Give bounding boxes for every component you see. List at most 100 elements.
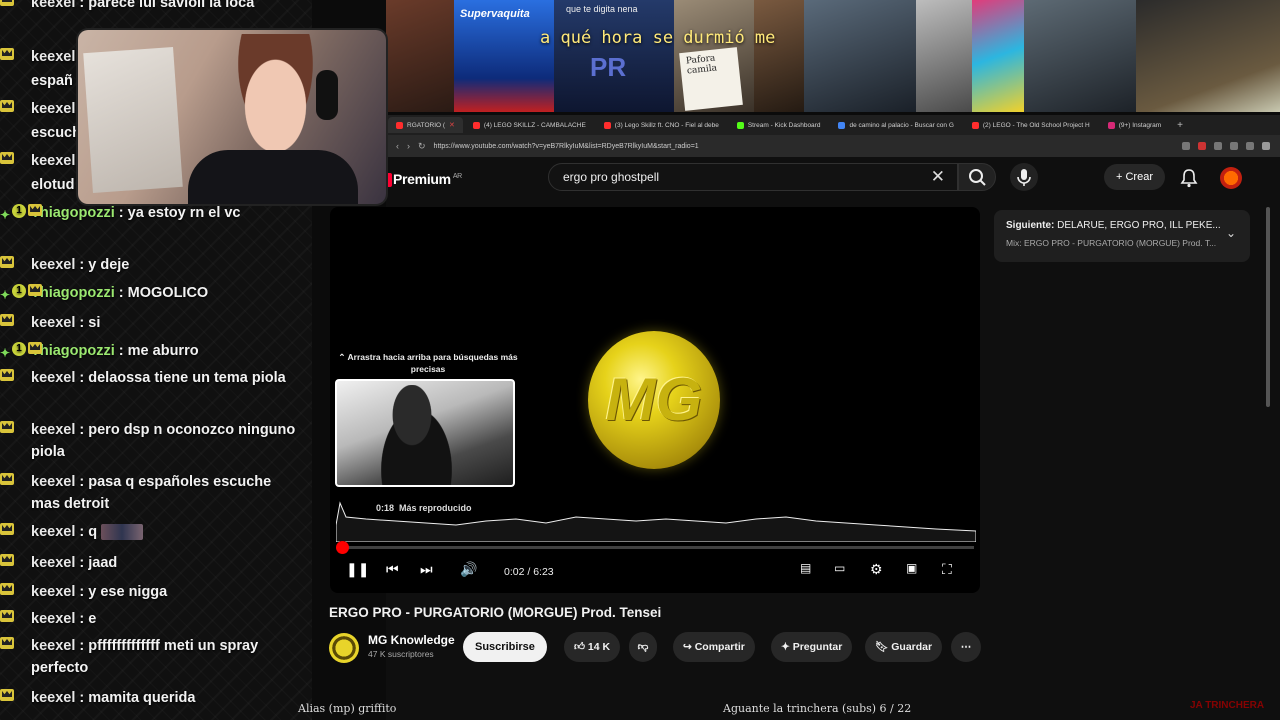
chat-username[interactable]: keexel bbox=[31, 474, 75, 490]
chat-username[interactable]: keexel bbox=[31, 153, 75, 169]
reload-icon[interactable]: ↻ bbox=[418, 141, 426, 152]
voice-search-button[interactable] bbox=[1010, 163, 1038, 191]
chat-username[interactable]: keexel bbox=[31, 611, 75, 627]
save-label: Guardar bbox=[891, 641, 933, 653]
chat-message: keexel : parece iul savioli la loca bbox=[0, 0, 296, 14]
sparkle-icon: ✦ bbox=[781, 641, 793, 653]
tab-favicon bbox=[603, 121, 611, 129]
tab-favicon bbox=[472, 121, 480, 129]
chat-badges bbox=[0, 637, 14, 649]
search-box[interactable]: ergo pro ghostpell ✕ bbox=[548, 163, 958, 191]
address-bar[interactable]: ‹ › ↻ https://www.youtube.com/watch?v=ye… bbox=[386, 135, 1280, 157]
chat-username[interactable]: Thiagopozzi bbox=[31, 285, 115, 301]
subtitles-icon[interactable]: ▤ bbox=[800, 561, 811, 575]
previous-icon[interactable]: ⏮ bbox=[386, 561, 399, 578]
chat-username[interactable]: Thiagopozzi bbox=[31, 343, 115, 359]
time-display: 0:02 / 6:23 bbox=[504, 566, 554, 578]
ask-button[interactable]: ✦ Preguntar bbox=[771, 632, 853, 662]
youtube-logo[interactable]: Premium AR bbox=[386, 171, 462, 188]
chat-username[interactable]: keexel bbox=[31, 555, 75, 571]
chat-text: si bbox=[88, 315, 101, 331]
save-button[interactable]: 🔖︎ Guardar bbox=[865, 632, 943, 662]
crown-badge-icon bbox=[0, 554, 14, 566]
browser-window: RGATORIO (✕ (4) LEGO SKILLZ - CAMBALACHE(… bbox=[329, 115, 1280, 720]
chat-username[interactable]: keexel bbox=[31, 638, 75, 654]
crown-badge-icon bbox=[0, 256, 14, 268]
next-icon[interactable]: ⏭ bbox=[420, 561, 433, 578]
browser-tab[interactable]: de camino al palacio - Buscar con G bbox=[830, 117, 961, 133]
clear-search-icon[interactable]: ✕ bbox=[931, 167, 945, 187]
volume-icon[interactable]: 🔊 bbox=[460, 561, 477, 578]
thumbnail: Supervaquita bbox=[454, 0, 554, 112]
create-button[interactable]: + Crear bbox=[1104, 164, 1165, 190]
region-code: AR bbox=[452, 173, 462, 181]
fullscreen-icon[interactable]: ⛶ bbox=[942, 561, 952, 578]
notifications-bell-icon[interactable] bbox=[1178, 167, 1200, 189]
progress-bar[interactable] bbox=[340, 546, 974, 549]
logo-lettering: MG bbox=[605, 366, 703, 433]
chevron-down-icon[interactable]: ⌄ bbox=[1226, 226, 1236, 240]
browser-tab[interactable]: (9+) Instagram bbox=[1100, 117, 1169, 133]
browser-tab[interactable]: Stream - Kick Dashboard bbox=[729, 117, 829, 133]
extension-icon[interactable] bbox=[1214, 142, 1222, 150]
browser-tab[interactable]: (3) Lego Skillz ft. CNO - Fiel al debe bbox=[596, 117, 727, 133]
new-tab-button[interactable]: + bbox=[1171, 120, 1189, 131]
menu-icon[interactable] bbox=[1262, 142, 1270, 150]
forward-icon[interactable]: › bbox=[407, 141, 410, 151]
up-next-title-text: DELARUE, ERGO PRO, ILL PEKE... bbox=[1057, 220, 1221, 231]
sparkle-badge-icon: ✦ bbox=[0, 346, 11, 360]
back-icon[interactable]: ‹ bbox=[396, 141, 399, 151]
preview-person bbox=[367, 385, 457, 485]
close-tab-icon[interactable]: ✕ bbox=[449, 121, 455, 129]
extension-icon[interactable] bbox=[1198, 142, 1206, 150]
cast-icon[interactable]: ▭ bbox=[834, 561, 845, 575]
extension-icon[interactable] bbox=[1182, 142, 1190, 150]
search-button[interactable] bbox=[958, 163, 996, 191]
chat-badges bbox=[0, 256, 14, 268]
video-player[interactable]: MG ⌃ Arrastra hacia arriba para búsqueda… bbox=[330, 207, 980, 593]
search-input[interactable]: ergo pro ghostpell bbox=[563, 170, 659, 184]
account-avatar[interactable] bbox=[1220, 167, 1242, 189]
channel-avatar[interactable] bbox=[329, 633, 359, 663]
chat-username[interactable]: keexel bbox=[31, 257, 75, 273]
up-next-card[interactable]: Siguiente: DELARUE, ERGO PRO, ILL PEKE..… bbox=[994, 210, 1250, 262]
up-next-subtitle: Mix: ERGO PRO - PURGATORIO (MORGUE) Prod… bbox=[1006, 238, 1217, 248]
chat-username[interactable]: keexel bbox=[31, 0, 75, 11]
preview-hint: ⌃ Arrastra hacia arriba para búsquedas m… bbox=[336, 351, 520, 375]
extension-icon[interactable] bbox=[1246, 142, 1254, 150]
tab-label: Stream - Kick Dashboard bbox=[747, 121, 821, 129]
chat-username[interactable]: keexel bbox=[31, 370, 75, 386]
chat-username[interactable]: keexel bbox=[31, 101, 75, 117]
chat-username[interactable]: keexel bbox=[31, 422, 75, 438]
like-button[interactable]: 👍︎ 14 K bbox=[564, 632, 621, 662]
more-actions-button[interactable]: ⋯ bbox=[951, 632, 981, 662]
url-text[interactable]: https://www.youtube.com/watch?v=yeB7Rlky… bbox=[434, 143, 1174, 150]
pause-icon[interactable]: ❚❚ bbox=[346, 561, 369, 578]
chat-username[interactable]: keexel bbox=[31, 584, 75, 600]
chat-username[interactable]: keexel bbox=[31, 690, 75, 706]
chat-badges: ✦ 1 bbox=[0, 204, 43, 226]
progress-scrubber[interactable] bbox=[336, 541, 349, 554]
browser-tab[interactable]: (2) LEGO - The Old School Project H bbox=[964, 117, 1098, 133]
subscribe-button[interactable]: Suscribirse bbox=[463, 632, 547, 662]
settings-gear-icon[interactable]: ⚙ bbox=[870, 561, 883, 578]
chat-text: ya estoy rn el vc bbox=[127, 205, 241, 221]
chat-username[interactable]: keexel bbox=[31, 315, 75, 331]
chat-username[interactable]: Thiagopozzi bbox=[31, 205, 115, 221]
tab-label: (2) LEGO - The Old School Project H bbox=[982, 121, 1090, 129]
chat-username[interactable]: keexel bbox=[31, 49, 75, 65]
browser-tab[interactable]: RGATORIO (✕ bbox=[388, 117, 463, 133]
chat-message: keexel : pasa q españoles escuche mas de… bbox=[0, 471, 296, 515]
theater-mode-icon[interactable]: ▣ bbox=[906, 561, 917, 575]
extension-icon[interactable] bbox=[1230, 142, 1238, 150]
page-scrollbar[interactable] bbox=[1266, 207, 1270, 407]
chat-message: ✦ 1 Thiagopozzi : me aburro bbox=[0, 340, 296, 362]
chat-username[interactable]: keexel bbox=[31, 524, 75, 540]
channel-name[interactable]: MG Knowledge bbox=[368, 633, 455, 647]
player-controls: ❚❚ ⏮ ⏭ 🔊 0:02 / 6:23 ▤ ▭ ⚙ ▣ ⛶ bbox=[340, 561, 974, 583]
dislike-button[interactable]: 👎︎ bbox=[629, 632, 657, 662]
like-count: 14 K bbox=[587, 641, 611, 653]
browser-tab[interactable]: (4) LEGO SKILLZ - CAMBALACHE bbox=[465, 117, 594, 133]
share-button[interactable]: ↪ Compartir bbox=[673, 632, 755, 662]
thumbnail bbox=[916, 0, 972, 112]
